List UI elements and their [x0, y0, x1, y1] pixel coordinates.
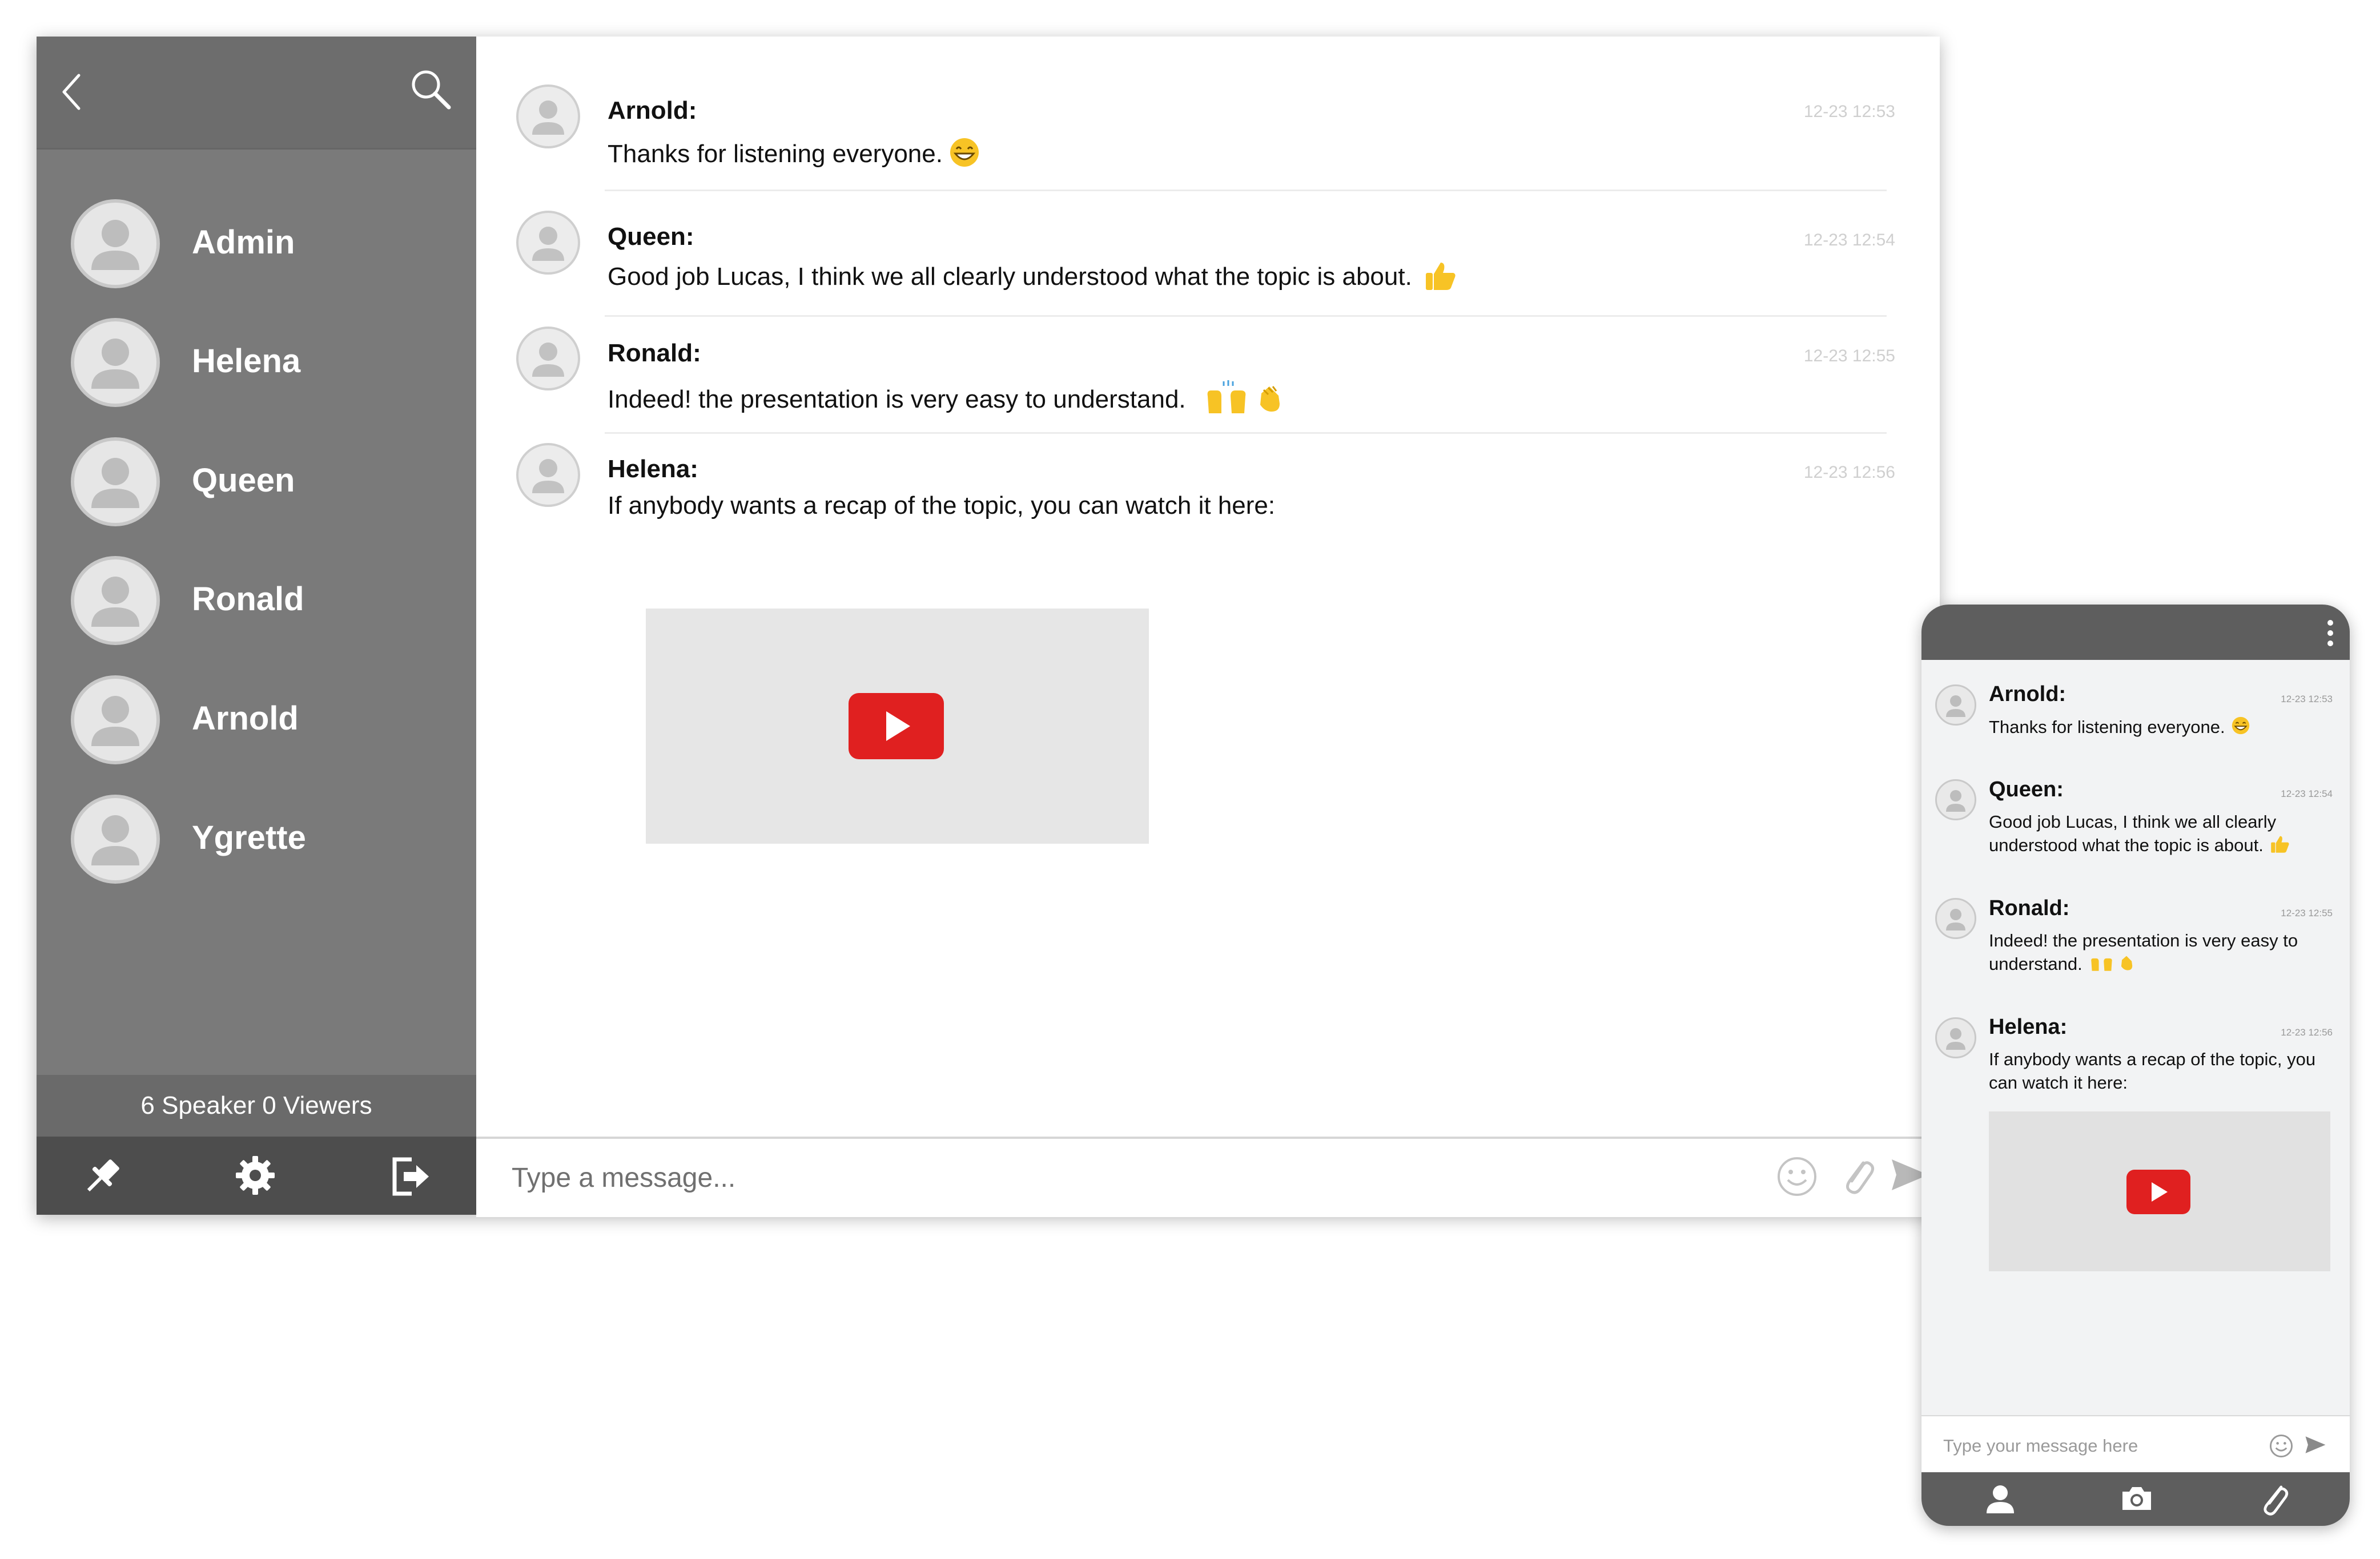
message-time: 12-23 12:54	[1803, 231, 1895, 249]
avatar	[71, 437, 160, 526]
waving-hand-emoji-icon	[1252, 381, 1287, 421]
emoji-icon[interactable]	[2269, 1433, 2294, 1459]
sidebar: Admin Helena Queen Ronald Arnold Ygrette…	[37, 37, 476, 1215]
contact-name: Admin	[192, 224, 295, 261]
contact-ronald[interactable]: Ronald	[71, 556, 465, 647]
mobile-message-composer	[1921, 1415, 2350, 1473]
message-text: Good job Lucas, I think we all clearly u…	[608, 263, 1412, 291]
gear-icon[interactable]	[234, 1154, 277, 1197]
video-thumbnail[interactable]	[646, 609, 1149, 844]
pin-icon[interactable]	[79, 1154, 125, 1199]
message-text: If anybody wants a recap of the topic, y…	[608, 492, 1276, 519]
message-input[interactable]	[1942, 1431, 2264, 1461]
contact-ygrette[interactable]: Ygrette	[71, 795, 465, 886]
message-author: Queen:	[608, 223, 694, 251]
message-time: 12-23 12:56	[2281, 1027, 2333, 1038]
message-author: Arnold:	[1989, 682, 2067, 706]
avatar	[71, 318, 160, 407]
avatar	[516, 84, 580, 148]
play-button[interactable]	[2126, 1170, 2190, 1214]
sidebar-toolbar	[37, 1137, 476, 1215]
message-time: 12-23 12:56	[1803, 463, 1895, 482]
message-text-row: Good job Lucas, I think we all clearly u…	[1989, 810, 2331, 859]
back-icon[interactable]	[59, 72, 82, 112]
message-author: Ronald:	[1989, 896, 2070, 920]
raising-hands-emoji-icon	[1204, 379, 1250, 423]
contact-name: Queen	[192, 462, 295, 499]
message-author: Ronald:	[608, 339, 701, 367]
message-text: Thanks for listening everyone.	[1989, 717, 2225, 737]
contact-name: Arnold	[192, 700, 299, 737]
mobile-header	[1921, 605, 2350, 660]
paperclip-icon[interactable]	[2258, 1483, 2290, 1517]
message-divider	[605, 315, 1887, 317]
avatar	[1935, 779, 1976, 820]
raising-hands-emoji-icon	[2088, 952, 2116, 978]
message-time: 12-23 12:55	[2281, 908, 2333, 919]
message-text-row: If anybody wants a recap of the topic, y…	[608, 492, 1275, 520]
avatar	[516, 211, 580, 275]
message-text: Indeed! the presentation is very easy to…	[608, 385, 1186, 414]
thumbs-up-emoji-icon	[1424, 259, 1458, 297]
logout-icon[interactable]	[388, 1154, 433, 1199]
contact-helena[interactable]: Helena	[71, 318, 465, 409]
message-text-row: Thanks for listening everyone.	[608, 136, 980, 175]
message-time: 12-23 12:55	[1803, 347, 1895, 365]
message-time: 12-23 12:54	[2281, 788, 2333, 799]
camera-icon[interactable]	[2120, 1485, 2153, 1512]
avatar	[1935, 684, 1976, 726]
message-text: Thanks for listening everyone.	[608, 140, 943, 168]
message-divider	[605, 432, 1887, 434]
contact-name: Helena	[192, 343, 301, 380]
contact-admin[interactable]: Admin	[71, 199, 465, 291]
message-time: 12-23 12:53	[2281, 694, 2333, 704]
message-author: Helena:	[1989, 1015, 2068, 1039]
mobile-toolbar	[1921, 1472, 2350, 1526]
waving-hand-emoji-icon	[2117, 953, 2136, 978]
desktop-chat-window: Admin Helena Queen Ronald Arnold Ygrette…	[37, 37, 1940, 1217]
mobile-chat-window: Arnold: 12-23 12:53 Thanks for listening…	[1921, 605, 2350, 1526]
more-vertical-icon[interactable]	[2326, 619, 2335, 647]
message-text: Indeed! the presentation is very easy to…	[1989, 930, 2298, 974]
avatar	[516, 443, 580, 507]
message-text-row: Indeed! the presentation is very easy to…	[608, 379, 1287, 423]
message-author: Arnold:	[608, 96, 697, 124]
avatar	[1935, 1017, 1976, 1058]
sidebar-header	[37, 37, 476, 150]
send-icon[interactable]	[2304, 1435, 2327, 1455]
contact-arnold[interactable]: Arnold	[71, 675, 465, 767]
play-button[interactable]	[849, 693, 944, 759]
message-text: Good job Lucas, I think we all clearly u…	[1989, 812, 2277, 855]
avatar	[71, 556, 160, 645]
contact-name: Ronald	[192, 581, 304, 618]
avatar	[516, 327, 580, 390]
message-text-row: Good job Lucas, I think we all clearly u…	[608, 259, 1458, 297]
video-thumbnail[interactable]	[1989, 1111, 2330, 1271]
avatar	[71, 675, 160, 764]
contact-queen[interactable]: Queen	[71, 437, 465, 529]
viewers-count: 6 Speaker 0 Viewers	[37, 1075, 476, 1137]
paperclip-icon[interactable]	[1838, 1155, 1878, 1198]
user-icon[interactable]	[1984, 1484, 2016, 1514]
contact-name: Ygrette	[192, 819, 306, 856]
grinning-face-emoji-icon	[2231, 716, 2250, 741]
grinning-face-emoji-icon	[948, 136, 980, 175]
message-author: Helena:	[608, 455, 698, 483]
message-text-row: Indeed! the presentation is very easy to…	[1989, 929, 2331, 978]
message-time: 12-23 12:53	[1803, 102, 1895, 121]
message-composer	[476, 1137, 1940, 1217]
message-divider	[605, 190, 1887, 191]
message-text-row: Thanks for listening everyone.	[1989, 715, 2331, 741]
avatar	[71, 199, 160, 288]
search-icon[interactable]	[408, 66, 453, 112]
message-input[interactable]	[510, 1157, 1643, 1198]
message-text: If anybody wants a recap of the topic, y…	[1989, 1049, 2316, 1093]
emoji-icon[interactable]	[1775, 1155, 1819, 1198]
avatar	[1935, 898, 1976, 939]
avatar	[71, 795, 160, 884]
message-author: Queen:	[1989, 778, 2064, 801]
thumbs-up-emoji-icon	[2269, 834, 2291, 859]
